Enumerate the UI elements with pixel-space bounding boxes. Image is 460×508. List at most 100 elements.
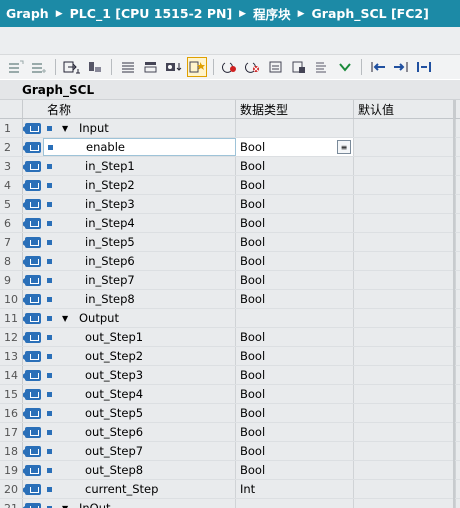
name-cell[interactable]: out_Step1 bbox=[43, 328, 236, 346]
default-value-cell[interactable] bbox=[354, 290, 456, 308]
column-splitter[interactable] bbox=[453, 100, 455, 508]
name-cell[interactable]: current_Step bbox=[43, 480, 236, 498]
table-row[interactable]: 6 in_Step4 Bool bbox=[0, 214, 460, 233]
table-row[interactable]: 7 in_Step5 Bool bbox=[0, 233, 460, 252]
table-row[interactable]: 1 ▼ Input bbox=[0, 119, 460, 138]
default-value-cell[interactable] bbox=[354, 461, 456, 479]
data-type-cell[interactable]: Bool bbox=[236, 252, 354, 270]
default-value-cell[interactable] bbox=[354, 195, 456, 213]
default-value-cell[interactable] bbox=[354, 233, 456, 251]
expand-collapse-icon[interactable]: ▼ bbox=[62, 504, 72, 508]
data-type-cell[interactable] bbox=[236, 499, 354, 508]
type-picker-icon[interactable]: ≡ bbox=[337, 140, 351, 154]
table-row[interactable]: 17 out_Step6 Bool bbox=[0, 423, 460, 442]
fit-icon[interactable] bbox=[414, 57, 434, 77]
name-cell[interactable]: out_Step4 bbox=[43, 385, 236, 403]
default-value-cell[interactable] bbox=[354, 366, 456, 384]
data-type-cell[interactable]: Bool bbox=[236, 423, 354, 441]
name-cell[interactable]: out_Step6 bbox=[43, 423, 236, 441]
name-cell[interactable]: ▼ Input bbox=[43, 119, 236, 137]
data-type-cell[interactable]: Bool bbox=[236, 214, 354, 232]
data-type-cell[interactable] bbox=[236, 309, 354, 327]
table-row[interactable]: 14 out_Step3 Bool bbox=[0, 366, 460, 385]
delete-breakpoint-icon[interactable] bbox=[243, 57, 263, 77]
data-type-cell[interactable]: Bool bbox=[236, 347, 354, 365]
go-to-icon[interactable] bbox=[335, 57, 355, 77]
default-value-cell[interactable] bbox=[354, 385, 456, 403]
data-type-cell[interactable]: Bool bbox=[236, 271, 354, 289]
watch-icon[interactable] bbox=[266, 57, 286, 77]
name-cell[interactable]: out_Step8 bbox=[43, 461, 236, 479]
table-icon[interactable] bbox=[312, 57, 332, 77]
monitor-icon[interactable] bbox=[141, 57, 161, 77]
data-type-cell[interactable]: Bool bbox=[236, 157, 354, 175]
default-value-cell[interactable] bbox=[354, 176, 456, 194]
data-type-cell[interactable]: Bool bbox=[236, 461, 354, 479]
default-value-cell[interactable] bbox=[354, 119, 456, 137]
breadcrumb-project[interactable]: Graph bbox=[6, 6, 49, 21]
data-type-cell[interactable]: Bool bbox=[236, 442, 354, 460]
breadcrumb-program-blocks[interactable]: 程序块 bbox=[253, 4, 291, 23]
data-type-cell[interactable]: Bool bbox=[236, 195, 354, 213]
data-type-cell[interactable]: Bool bbox=[236, 290, 354, 308]
table-row[interactable]: 20 current_Step Int bbox=[0, 480, 460, 499]
name-cell[interactable]: in_Step8 bbox=[43, 290, 236, 308]
breadcrumb-block[interactable]: Graph_SCL [FC2] bbox=[312, 6, 429, 21]
expand-collapse-icon[interactable]: ▼ bbox=[62, 124, 72, 133]
data-type-cell[interactable] bbox=[236, 119, 354, 137]
default-value-cell[interactable] bbox=[354, 328, 456, 346]
data-type-cell[interactable]: Bool bbox=[236, 328, 354, 346]
data-type-cell[interactable]: Bool ≡ bbox=[236, 138, 354, 156]
name-cell[interactable]: in_Step7 bbox=[43, 271, 236, 289]
table-row[interactable]: 13 out_Step2 Bool bbox=[0, 347, 460, 366]
data-type-cell[interactable]: Int bbox=[236, 480, 354, 498]
list-icon[interactable] bbox=[118, 57, 138, 77]
indent-left-icon[interactable] bbox=[368, 57, 388, 77]
table-row[interactable]: 2 enable Bool ≡ bbox=[0, 138, 460, 157]
default-value-cell[interactable] bbox=[354, 480, 456, 498]
table-row[interactable]: 11 ▼ Output bbox=[0, 309, 460, 328]
set-breakpoint-icon[interactable] bbox=[220, 57, 240, 77]
data-type-cell[interactable]: Bool bbox=[236, 176, 354, 194]
table-row[interactable]: 3 in_Step1 Bool bbox=[0, 157, 460, 176]
default-value-cell[interactable] bbox=[354, 157, 456, 175]
column-header-name[interactable]: 名称 bbox=[43, 100, 236, 118]
column-header-data-type[interactable]: 数据类型 bbox=[236, 100, 354, 118]
name-cell[interactable]: out_Step2 bbox=[43, 347, 236, 365]
name-cell[interactable]: in_Step3 bbox=[43, 195, 236, 213]
table-row[interactable]: 16 out_Step5 Bool bbox=[0, 404, 460, 423]
table-row[interactable]: 18 out_Step7 Bool bbox=[0, 442, 460, 461]
connect-icon[interactable] bbox=[85, 57, 105, 77]
table-row[interactable]: 21 ▼ InOut bbox=[0, 499, 460, 508]
name-cell[interactable]: in_Step5 bbox=[43, 233, 236, 251]
force-icon[interactable] bbox=[289, 57, 309, 77]
name-cell[interactable]: in_Step1 bbox=[43, 157, 236, 175]
name-cell[interactable]: out_Step7 bbox=[43, 442, 236, 460]
name-cell[interactable]: in_Step2 bbox=[43, 176, 236, 194]
table-row[interactable]: 15 out_Step4 Bool bbox=[0, 385, 460, 404]
name-cell[interactable]: ▼ Output bbox=[43, 309, 236, 327]
insert-row-icon[interactable] bbox=[6, 57, 26, 77]
default-value-cell[interactable] bbox=[354, 347, 456, 365]
default-value-cell[interactable] bbox=[354, 138, 456, 156]
column-header-default-value[interactable]: 默认值 bbox=[354, 100, 456, 118]
default-value-cell[interactable] bbox=[354, 423, 456, 441]
name-cell[interactable]: in_Step6 bbox=[43, 252, 236, 270]
table-row[interactable]: 4 in_Step2 Bool bbox=[0, 176, 460, 195]
download-icon[interactable] bbox=[164, 57, 184, 77]
default-value-cell[interactable] bbox=[354, 309, 456, 327]
name-cell[interactable]: in_Step4 bbox=[43, 214, 236, 232]
name-cell[interactable]: enable bbox=[43, 138, 236, 156]
breadcrumb-plc[interactable]: PLC_1 [CPU 1515-2 PN] bbox=[70, 6, 233, 21]
data-type-cell[interactable]: Bool bbox=[236, 366, 354, 384]
table-row[interactable]: 5 in_Step3 Bool bbox=[0, 195, 460, 214]
table-row[interactable]: 8 in_Step6 Bool bbox=[0, 252, 460, 271]
name-cell[interactable]: ▼ InOut bbox=[43, 499, 236, 508]
compare-icon[interactable] bbox=[187, 57, 207, 77]
default-value-cell[interactable] bbox=[354, 252, 456, 270]
expand-collapse-icon[interactable]: ▼ bbox=[62, 314, 72, 323]
name-cell[interactable]: out_Step5 bbox=[43, 404, 236, 422]
table-row[interactable]: 9 in_Step7 Bool bbox=[0, 271, 460, 290]
default-value-cell[interactable] bbox=[354, 214, 456, 232]
data-type-cell[interactable]: Bool bbox=[236, 233, 354, 251]
